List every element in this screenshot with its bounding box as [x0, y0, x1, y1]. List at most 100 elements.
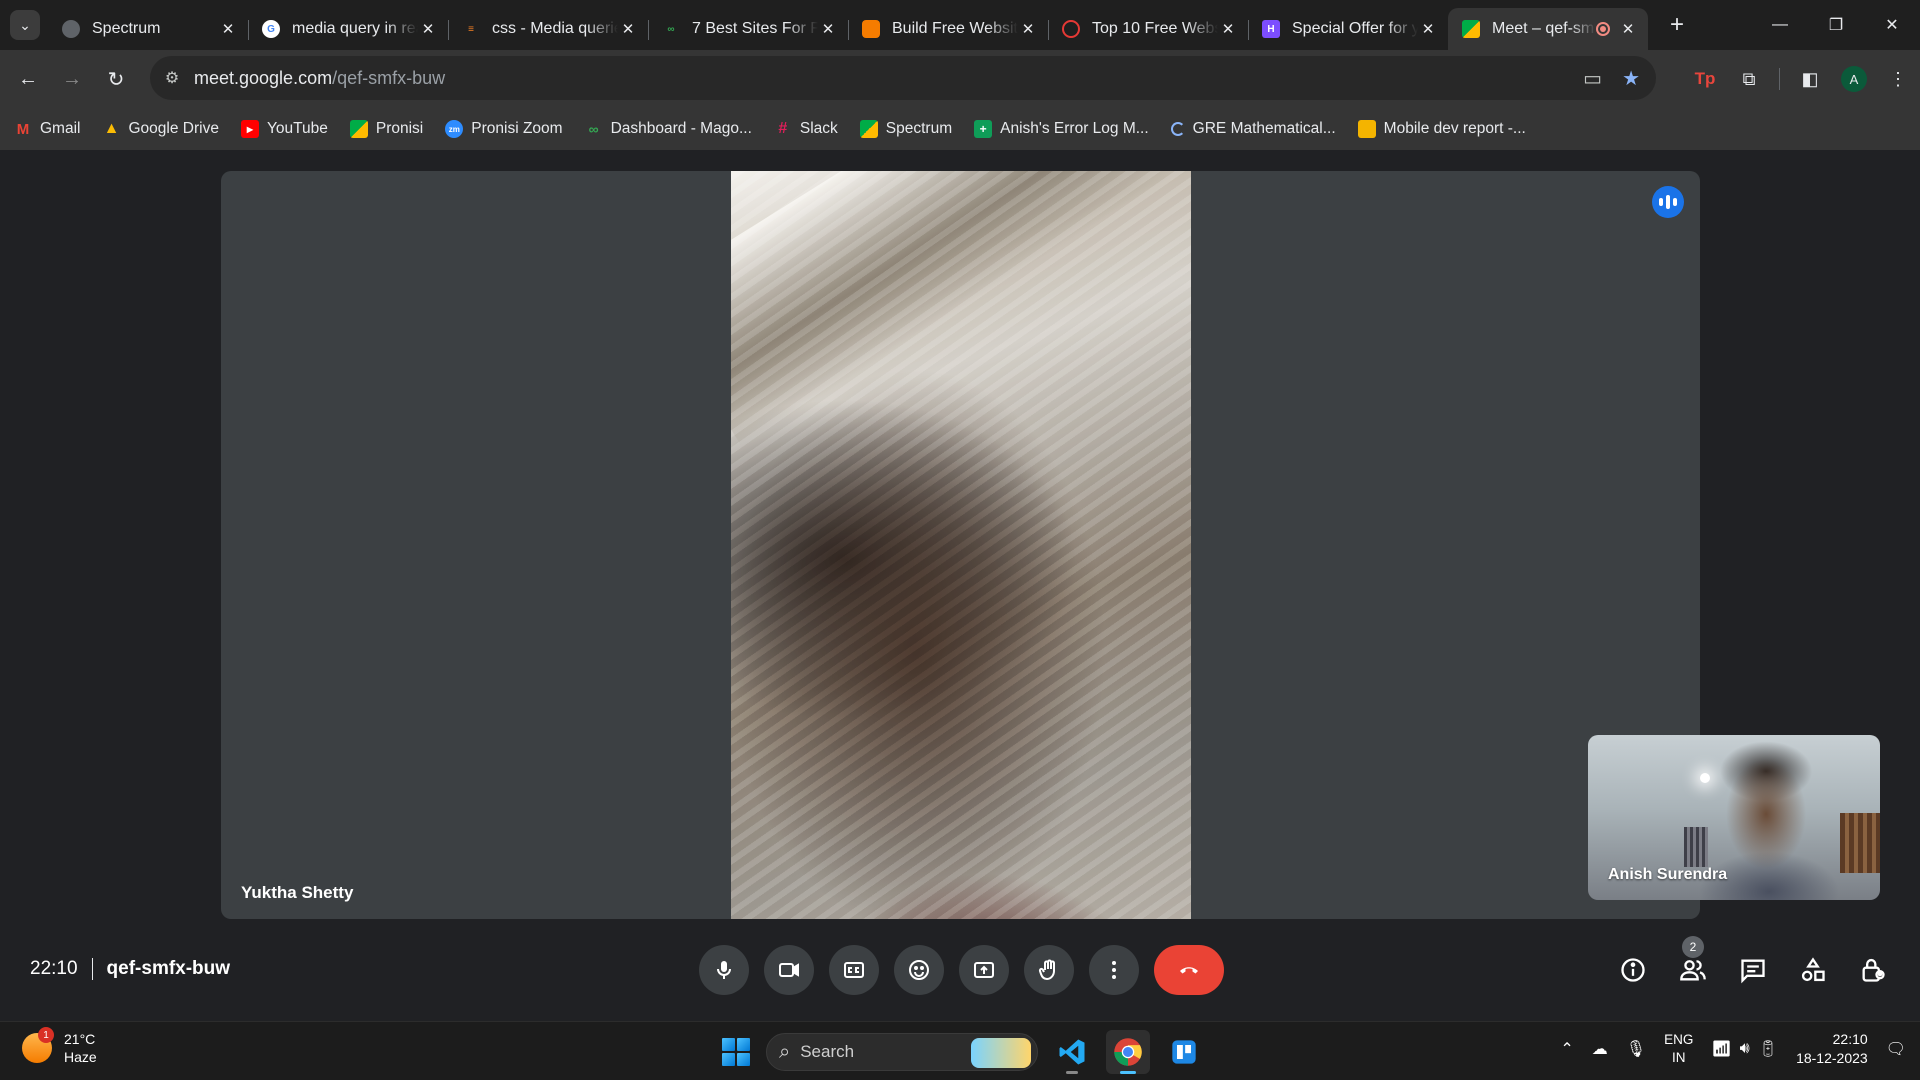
captions-button[interactable] [829, 945, 879, 995]
tab-title: css - Media queries - Stack Overflow [492, 20, 618, 37]
bookmark-item[interactable]: ▲ Google Drive [102, 120, 219, 138]
leave-call-button[interactable] [1154, 945, 1224, 995]
speaking-indicator-icon [1652, 186, 1684, 218]
close-tab-icon[interactable]: ✕ [418, 20, 438, 38]
app-taskbar-item[interactable] [1162, 1030, 1206, 1074]
microphone-button[interactable] [699, 945, 749, 995]
bookmark-item[interactable]: Pronisi [349, 120, 423, 138]
site-info-icon[interactable]: ⚙ [150, 56, 194, 100]
chat-button[interactable] [1728, 945, 1778, 995]
system-clock[interactable]: 22:10 18-12-2023 [1796, 1030, 1868, 1068]
bookmark-item[interactable]: M Gmail [14, 120, 81, 138]
close-tab-icon[interactable]: ✕ [1218, 20, 1238, 38]
chrome-taskbar-app[interactable] [1106, 1030, 1150, 1074]
url-host: meet.google.com [194, 67, 333, 88]
chat-icon [1741, 959, 1765, 984]
extension-tp-icon[interactable]: Tp [1683, 69, 1727, 89]
vscode-icon [1059, 1039, 1085, 1065]
participant-count-badge: 2 [1682, 936, 1704, 958]
close-tab-icon[interactable]: ✕ [1418, 20, 1438, 38]
onedrive-cloud-icon[interactable]: ☁ [1592, 1039, 1608, 1059]
tab-title: media query in react - Google Search [292, 20, 418, 37]
forward-arrow-icon[interactable]: → [52, 59, 92, 99]
browser-tab[interactable]: ≡ css - Media queries - Stack Overflow ✕ [448, 8, 648, 50]
lock-person-icon [1862, 958, 1885, 982]
tab-search-button[interactable]: ⌄ [10, 10, 40, 40]
language-indicator[interactable]: ENG IN [1664, 1031, 1693, 1067]
camera-in-use-icon[interactable]: ▭ [1583, 66, 1602, 91]
address-bar[interactable]: ⚙ meet.google.com/qef-smfx-buw ▭ ★ [150, 56, 1656, 100]
bookmark-label: YouTube [266, 120, 328, 137]
microphone-in-use-icon[interactable]: 🎙︎ [1626, 1039, 1646, 1059]
browser-tab[interactable]: Spectrum ✕ [48, 8, 248, 50]
bookmark-item[interactable]: + Anish's Error Log M... [974, 120, 1149, 138]
weather-desc: Haze [64, 1049, 97, 1065]
bookmark-item[interactable]: Spectrum [859, 120, 953, 138]
profile-avatar[interactable]: A [1841, 66, 1867, 92]
volume-icon[interactable]: 🔊︎ [1740, 1040, 1750, 1058]
bookmark-star-icon[interactable]: ★ [1622, 66, 1640, 91]
new-tab-button[interactable]: + [1662, 10, 1692, 40]
browser-tab[interactable]: Top 10 Free Websites ✕ [1048, 8, 1248, 50]
meeting-side-controls: 2 [1608, 936, 1898, 995]
bookmark-item[interactable]: ▶ YouTube [240, 120, 328, 138]
extensions-puzzle-icon[interactable]: ⧉ [1727, 69, 1771, 90]
browser-tab[interactable]: H Special Offer for you ✕ [1248, 8, 1448, 50]
dashboard-icon: ∞ [588, 121, 599, 137]
reactions-button[interactable] [894, 945, 944, 995]
self-participant-name: Anish Surendra [1608, 866, 1728, 883]
close-tab-icon[interactable]: ✕ [1018, 20, 1038, 38]
reload-icon[interactable]: ↻ [96, 59, 136, 99]
close-tab-icon[interactable]: ✕ [218, 20, 238, 38]
people-button[interactable]: 2 [1668, 936, 1718, 995]
close-tab-icon[interactable]: ✕ [618, 20, 638, 38]
bookmark-item[interactable]: GRE Mathematical... [1170, 120, 1336, 138]
browser-tab[interactable]: ∞ 7 Best Sites For Free ✕ [648, 8, 848, 50]
taskbar-search-box[interactable]: ⌕ Search [766, 1033, 1038, 1071]
raise-hand-button[interactable] [1024, 945, 1074, 995]
activities-button[interactable] [1788, 945, 1838, 995]
browser-menu-icon[interactable]: ⋮ [1876, 69, 1920, 90]
google-drive-icon: ▲ [103, 120, 120, 137]
main-participant-tile[interactable]: Yuktha Shetty [221, 171, 1700, 919]
tray-overflow-icon[interactable]: ⌃ [1560, 1039, 1573, 1059]
bookmark-item[interactable]: zm Pronisi Zoom [445, 120, 563, 138]
back-arrow-icon[interactable]: ← [8, 59, 48, 99]
present-screen-button[interactable] [959, 945, 1009, 995]
minimize-icon[interactable]: — [1752, 0, 1808, 50]
browser-tab-active[interactable]: Meet – qef-smfx-buw ✕ [1448, 8, 1648, 50]
meeting-details-button[interactable] [1608, 945, 1658, 995]
camera-button[interactable] [764, 945, 814, 995]
notifications-icon[interactable]: 🗨︎ [1886, 1039, 1906, 1059]
close-window-icon[interactable]: ✕ [1864, 0, 1920, 50]
more-options-button[interactable] [1089, 945, 1139, 995]
hang-up-icon [1180, 967, 1198, 974]
weather-widget[interactable]: 1 21°C Haze [22, 1027, 97, 1066]
bookmark-item[interactable]: Mobile dev report -... [1357, 120, 1526, 138]
vscode-taskbar-app[interactable] [1050, 1030, 1094, 1074]
host-controls-button[interactable] [1848, 945, 1898, 995]
bookmark-item[interactable]: # Slack [774, 120, 838, 138]
bookmark-label: Spectrum [885, 120, 953, 137]
side-panel-icon[interactable]: ◧ [1788, 69, 1832, 90]
bookmark-label: Gmail [40, 120, 81, 137]
battery-icon[interactable]: 🔋︎ [1758, 1039, 1778, 1059]
self-view-tile[interactable]: Anish Surendra [1588, 735, 1880, 900]
close-tab-icon[interactable]: ✕ [1618, 20, 1638, 38]
google-icon: G [262, 20, 280, 38]
windows-start-icon[interactable] [718, 1034, 754, 1070]
restore-icon[interactable]: ❐ [1808, 0, 1864, 50]
bookmark-item[interactable]: ∞ Dashboard - Mago... [585, 120, 752, 138]
close-tab-icon[interactable]: ✕ [818, 20, 838, 38]
browser-tab[interactable]: G media query in react - Google Search ✕ [248, 8, 448, 50]
microphone-icon [717, 961, 731, 979]
meeting-time: 22:10 [30, 958, 78, 979]
tab-title: Build Free Websites [892, 20, 1018, 37]
wifi-icon[interactable]: 📶︎ [1711, 1039, 1731, 1059]
url-text[interactable]: meet.google.com/qef-smfx-buw [194, 68, 445, 89]
browser-tab[interactable]: Build Free Websites ✕ [848, 8, 1048, 50]
bookmark-label: Slack [799, 120, 838, 137]
meeting-info-divider [91, 958, 93, 980]
green-logo-icon: ∞ [667, 23, 675, 35]
url-path: /qef-smfx-buw [332, 67, 446, 88]
